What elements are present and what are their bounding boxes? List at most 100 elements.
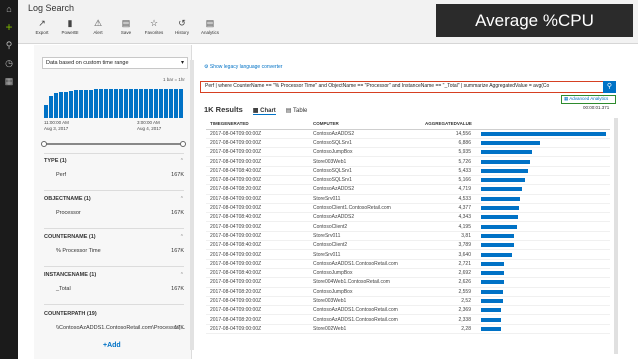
collapse-icon[interactable]: ⌃	[180, 272, 184, 278]
facet-count: 167K	[171, 210, 184, 216]
panel-scrollbar[interactable]	[190, 60, 194, 350]
run-query-button[interactable]: ⚲	[603, 81, 616, 93]
slider-end-handle[interactable]	[180, 141, 186, 147]
cell-aggregatedvalue: 6,886	[421, 138, 477, 149]
collapse-icon[interactable]: ⌃	[180, 196, 184, 202]
histogram-bar[interactable]	[159, 88, 163, 118]
home-icon[interactable]: ⌂	[0, 0, 18, 18]
column-header-computer[interactable]: COMPUTER	[309, 118, 421, 130]
histogram-bar[interactable]	[129, 88, 133, 118]
table-row[interactable]: 2017-08-04T08:40:00Z ContosoSQLSrv1 5,433	[206, 166, 610, 177]
table-row[interactable]: 2017-08-04T09:00:00Z Store002Web1 2,28	[206, 324, 610, 335]
histogram-bar[interactable]	[174, 88, 178, 118]
table-row[interactable]: 2017-08-04T08:20:00Z ContosoAzADDS1.Conto…	[206, 314, 610, 325]
analytics-button[interactable]: ▤ Analytics	[196, 17, 224, 35]
add-facet-button[interactable]: +Add	[103, 342, 121, 349]
table-row[interactable]: 2017-08-04T09:00:00Z Store003Web1 5,726	[206, 156, 610, 167]
collapse-icon[interactable]: ⌃	[180, 234, 184, 240]
histogram-bar[interactable]	[144, 88, 148, 118]
cell-computer: Store002Web1	[309, 324, 421, 335]
histogram-bar[interactable]	[124, 88, 128, 118]
column-header-timegenerated[interactable]: TIMEGENERATED	[206, 118, 309, 130]
facet-value-row[interactable]: % Processor Time 167K	[44, 248, 184, 254]
table-row[interactable]: 2017-08-04T09:00:00Z ContosoAzADDS1.Conto…	[206, 259, 610, 269]
grid-scrollbar[interactable]	[614, 118, 618, 354]
histogram-bar[interactable]	[49, 95, 53, 118]
table-row[interactable]: 2017-08-04T09:00:00Z ContosoAzADDS2 14,556	[206, 129, 610, 139]
histogram-bar[interactable]	[134, 88, 138, 118]
time-range-dropdown[interactable]: Data based on custom time range ▾	[42, 57, 188, 69]
table-row[interactable]: 2017-08-04T09:00:00Z ContosoJumpBox 5,935	[206, 147, 610, 158]
time-range-slider[interactable]	[41, 141, 186, 147]
histogram-bar[interactable]	[94, 89, 98, 118]
facet-value-row[interactable]: _Total 167K	[44, 286, 184, 292]
table-row[interactable]: 2017-08-04T09:00:00Z StoreSrv011 3,640	[206, 249, 610, 260]
tab-chart[interactable]: ▦ Chart	[252, 107, 276, 115]
histogram-bar[interactable]	[149, 88, 153, 118]
table-row[interactable]: 2017-08-04T09:00:00Z ContosoSQLSrv1 5,166	[206, 175, 610, 186]
histogram-bar[interactable]	[84, 89, 88, 118]
advanced-analytics-link[interactable]: ▦ Advanced Analytics	[561, 95, 616, 104]
histogram-bar[interactable]	[89, 89, 93, 118]
histogram-bar[interactable]	[109, 88, 113, 118]
table-row[interactable]: 2017-08-04T08:40:00Z ContosoJumpBox 2,692	[206, 268, 610, 279]
export-button[interactable]: ↗ Export	[28, 17, 56, 35]
slider-start-handle[interactable]	[41, 141, 47, 147]
histogram-bar[interactable]	[154, 88, 158, 118]
tab-table[interactable]: ▤ Table	[286, 107, 308, 114]
histogram-bar[interactable]	[99, 88, 103, 118]
histogram-bar[interactable]	[169, 88, 173, 118]
column-header-aggregatedvalue[interactable]: AGGREGATEDVALUE	[421, 118, 477, 130]
search-icon[interactable]: ⚲	[0, 36, 18, 54]
cell-computer: ContosoAzADDS1.ContosoRetail.com	[309, 259, 421, 269]
history-button[interactable]: ↺ History	[168, 17, 196, 35]
facet-value-row[interactable]: \\ContosoAzADDS1.ContosoRetail.com\Proce…	[44, 325, 185, 331]
favorites-button[interactable]: ☆ Favorites	[140, 17, 168, 35]
table-row[interactable]: 2017-08-04T09:00:00Z ContosoClient2 4,195	[206, 221, 610, 232]
table-row[interactable]: 2017-08-04T09:00:00Z ContosoAzADDS1.Conto…	[206, 305, 610, 316]
table-row[interactable]: 2017-08-04T09:00:00Z Store004Web1.Contoso…	[206, 277, 610, 288]
table-row[interactable]: 2017-08-04T09:00:00Z StoreSrv011 3,81	[206, 231, 610, 242]
save-button[interactable]: ▤ Save	[112, 17, 140, 35]
alert-button[interactable]: ⚠ Alert	[84, 17, 112, 35]
table-row[interactable]: 2017-08-04T08:40:00Z ContosoClient2 3,789	[206, 240, 610, 251]
legacy-converter-link[interactable]: ⚙ Show legacy language converter	[204, 64, 282, 70]
plus-icon[interactable]: +	[0, 18, 18, 36]
time-histogram[interactable]	[44, 88, 183, 118]
table-row[interactable]: 2017-08-04T08:40:00Z ContosoAzADDS2 4,343	[206, 212, 610, 223]
clock-icon[interactable]: ◷	[0, 54, 18, 72]
powerbi-button[interactable]: ▮ PowerBI	[56, 17, 84, 35]
collapse-icon[interactable]: ⌃	[180, 158, 184, 164]
table-row[interactable]: 2017-08-04T09:00:00Z StoreSrv011 4,533	[206, 194, 610, 204]
histogram-bar[interactable]	[139, 88, 143, 118]
histogram-bar[interactable]	[44, 104, 48, 118]
cell-computer: ContosoSQLSrv1	[309, 166, 421, 177]
cell-computer: ContosoClient2	[309, 240, 421, 251]
histogram-bar[interactable]	[59, 92, 63, 118]
cell-aggregatedvalue: 5,726	[421, 156, 477, 167]
histogram-bar[interactable]	[179, 88, 183, 118]
divider	[44, 153, 184, 154]
query-input[interactable]: Perf | where CounterName == "% Processor…	[200, 81, 616, 93]
histogram-bar[interactable]	[54, 93, 58, 118]
histogram-bar[interactable]	[164, 88, 168, 118]
table-row[interactable]: 2017-08-04T09:00:00Z ContosoSQLSrv1 6,886	[206, 138, 610, 149]
table-row[interactable]: 2017-08-04T08:20:00Z ContosoAzADDS2 4,719	[206, 184, 610, 195]
histogram-bar[interactable]	[104, 88, 108, 118]
table-row[interactable]: 2017-08-04T09:00:00Z Store003Web1 2,52	[206, 296, 610, 307]
value-bar	[481, 168, 528, 173]
histogram-bar[interactable]	[79, 90, 83, 118]
histogram-bar[interactable]	[74, 90, 78, 118]
analytics-icon[interactable]: ▦	[0, 72, 18, 90]
histogram-bar[interactable]	[114, 88, 118, 118]
advanced-analytics-label: Advanced Analytics	[569, 96, 609, 101]
histogram-bar[interactable]	[119, 88, 123, 118]
table-row[interactable]: 2017-08-04T08:20:00Z ContosoJumpBox 2,559	[206, 287, 610, 297]
facet-value-row[interactable]: Processor 167K	[44, 210, 184, 216]
tab-results[interactable]: 1K Results	[204, 105, 243, 114]
table-row[interactable]: 2017-08-04T09:00:00Z ContosoClient1.Conto…	[206, 203, 610, 214]
histogram-bar[interactable]	[69, 91, 73, 118]
cell-aggregatedvalue: 2,28	[421, 324, 477, 335]
histogram-bar[interactable]	[64, 91, 68, 118]
facet-value-row[interactable]: Perf 167K	[44, 172, 184, 178]
